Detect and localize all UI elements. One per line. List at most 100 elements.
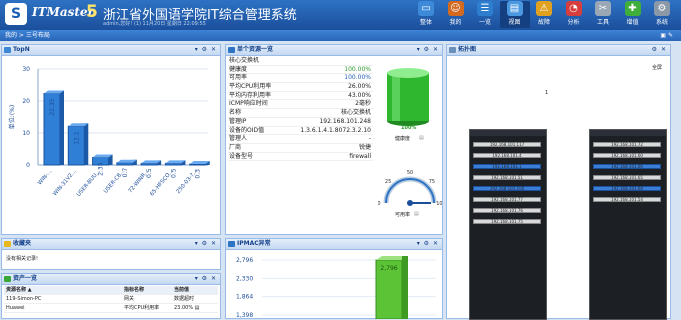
resource-detail-list: 核心交换机 健康度 100.00% 可用率 100.00% 平均CPU利用率 26.00% 平… [228,57,373,162]
topn-chart: 0 10 20 30 单位:(%) 22.35 WIN-... 12.1 WIN-31V2...… [8,66,210,198]
nav-label: 系统 [655,19,668,26]
y-tick-label: 0 [26,162,30,169]
rack-device[interactable]: 192.168.101.77 [473,197,541,202]
rack-device[interactable]: 192.168.101.65 [593,175,661,180]
column-header[interactable]: 当前值 [174,286,189,295]
table-row[interactable]: 119-Simon-PC 网关 数据超时 [4,295,218,304]
breadcrumb-tools[interactable]: ▣ ✎ [660,30,673,41]
availability-info-icon[interactable]: ▤ [414,211,419,217]
nav-label: 整体 [419,19,432,26]
rack-device[interactable]: 192.168.101.60 [593,153,661,158]
column-header[interactable]: 指标名称 [124,286,144,295]
table-cell: Huawei [6,305,25,311]
rack-device[interactable]: 192.168.101.117 [473,142,541,147]
health-cylinder [387,68,429,126]
health-info-icon[interactable]: ▤ [419,135,424,141]
rack-device[interactable]: 192.168.101.72 [593,142,661,147]
bar-chart-icon [4,47,11,53]
rack-device[interactable]: 192.168.101.54 [593,197,661,202]
nav-label: 视图 [508,19,521,26]
topology-header: 拓扑图 ⚙ ✕ [447,45,670,56]
rack-device[interactable]: 192.168.101.68 [593,186,661,191]
topn-bar[interactable] [116,162,134,166]
availability-gauge: 0 25 50 75 100 [378,170,442,207]
rack-device[interactable]: 192.168.101.76 [473,208,541,213]
rack-right[interactable]: 192.168.101.72 192.168.101.60 192.168.101.… [589,129,667,320]
topology-icon [449,47,456,53]
topn-title: TopN [13,46,30,53]
x-tick-label: 250-03-?... [176,168,200,195]
rack-device[interactable]: 192.168.101.1 [473,164,541,169]
topn-bar-side [84,123,89,165]
nav-item-7[interactable]: ✚ 增值 [618,1,648,28]
nav-item-3[interactable]: ▤ 视图 [499,1,530,28]
rack-device[interactable]: 192.168.101.51 [473,175,541,180]
nav-item-5[interactable]: ◔ 分析 [559,1,589,28]
detail-value: 100.00% [344,74,371,82]
gauge-tick-label: 25 [385,179,391,185]
topn-bar[interactable] [164,162,182,166]
detail-value: 2毫秒 [355,100,371,108]
brand-name: ITMaster [32,5,94,19]
table-header: 资源名称 ▲ 指标名称 当前值 [4,286,218,295]
nav-label: 工具 [596,19,609,26]
favorites-empty: 没有相关记录! [6,256,39,262]
resource-detail-row: 核心交换机 [228,57,373,66]
resource-detail-row: 设备型号 firewall [228,153,373,162]
detail-value: - [368,135,371,143]
rack-device[interactable]: 192.168.101.75 [473,219,541,224]
rack-device[interactable]: 192.168.101.4 [473,153,541,158]
single-tools[interactable]: ▾ ⚙ ✕ [417,45,439,55]
ipmac-tools[interactable]: ▾ ⚙ ✕ [417,239,439,249]
detail-key: 平均CPU利用率 [229,83,272,91]
nav-item-6[interactable]: ✂ 工具 [588,1,618,28]
detail-value: 26.00% [348,83,371,91]
topn-bar[interactable] [189,163,207,166]
resource-detail-row: 平均CPU利用率 26.00% [228,83,373,92]
nav-item-0[interactable]: ▭ 整体 [411,1,441,28]
table-row[interactable]: Huawei 平均CPU利用率 23.00% ▤ [4,304,218,313]
app-logo-icon: S [5,3,27,25]
table-cell: 23.00% ▤ [174,305,200,311]
rack-device[interactable]: 192.168.101.66 [593,164,661,169]
user-icon: ☺ [447,1,464,16]
detail-value: 锐捷 [358,143,371,151]
x-tick-label: USER-C8... [103,168,127,194]
asset-list-tools[interactable]: ▾ ⚙ ✕ [195,274,217,284]
detail-key: 管理IP [229,117,247,125]
detail-key: 名称 [229,109,242,117]
favorites-tools[interactable]: ▾ ⚙ ✕ [195,239,217,249]
x-tick-label: WIN-... [37,168,54,186]
ipmac-header: IPMAC异常 ▾ ⚙ ✕ [226,239,442,250]
topology-tools[interactable]: ⚙ ✕ [652,45,667,55]
y-tick-label: 20 [22,98,30,105]
detail-key: 可用率 [229,74,248,82]
nav-item-8[interactable]: ⚙ 系统 [647,1,677,28]
asset-list-header: 资产一览 ▾ ⚙ ✕ [2,274,220,285]
table-cell: 119-Simon-PC [6,296,42,302]
asset-list-title: 资产一览 [13,275,38,282]
topn-tools[interactable]: ▾ ⚙ ✕ [195,45,217,55]
availability-label: 可用率 [395,212,411,218]
ipmac-panel: IPMAC异常 ▾ ⚙ ✕ 2,796 2,330 1,864 1,398 2,796 [225,238,443,319]
rack-device[interactable]: 192.168.101.100 [473,186,541,191]
asset-table: 资源名称 ▲ 指标名称 当前值 119-Simon-PC 网关 数据超时 Huawei 平均C… [4,286,218,313]
gauge-tick-label: 100 [436,201,442,207]
resource-detail-row: 厂商 锐捷 [228,144,373,153]
favorites-panel: 收藏夹 ▾ ⚙ ✕ 没有相关记录! [1,238,221,270]
nav-item-4[interactable]: ⚠ 故障 [529,1,559,28]
nav-item-1[interactable]: ☺ 我的 [441,1,471,28]
resource-detail-row: 健康度 100.00% [228,66,373,75]
fullscreen-link[interactable]: 全屏 [652,64,662,71]
bar-value-label: 12.1 [73,131,80,145]
table-cell: 平均CPU利用率 [124,305,160,311]
user-info: admin,您好! (1) 11月20日 星期日 22:09:55 [103,21,206,27]
table-cell: 网关 [124,296,135,302]
column-header[interactable]: 资源名称 ▲ [6,286,32,295]
topn-bar-side [60,90,64,165]
rack-left[interactable]: 192.168.101.117 192.168.101.4 192.168.101.… [469,129,547,320]
favorites-title: 收藏夹 [13,240,32,247]
nav-item-2[interactable]: ☰ 一览 [470,1,500,28]
topn-bar[interactable] [140,162,158,166]
detail-value: 100.00% [344,65,371,73]
